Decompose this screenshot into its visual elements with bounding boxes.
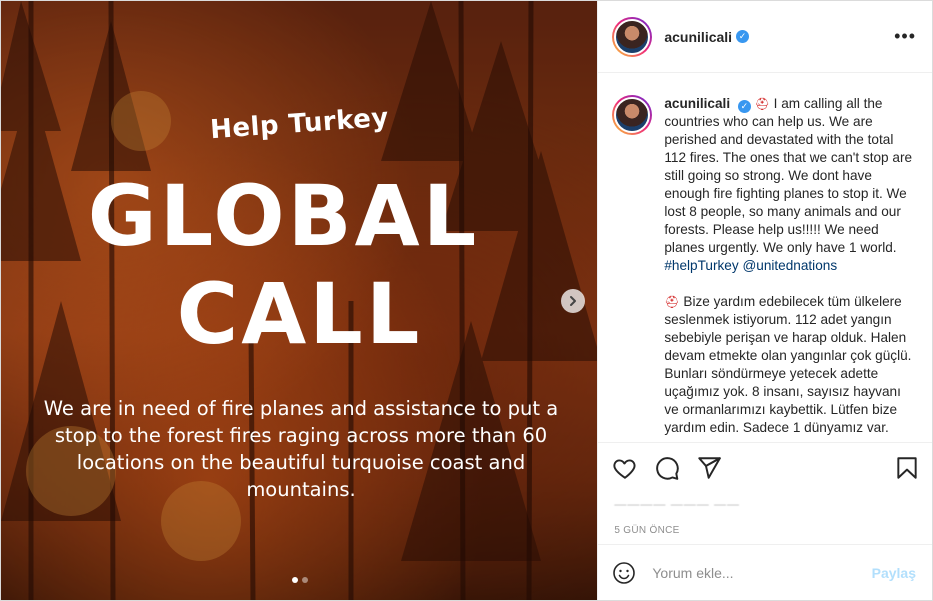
comment-icon[interactable] [654, 455, 680, 481]
heart-icon[interactable] [612, 455, 638, 481]
verified-badge-icon: ✓ [737, 99, 751, 113]
post-sidebar: acunilicali ✓ ••• acunilicali ✓ ⛑ I am c… [597, 1, 932, 600]
caption-english: I am calling all the countries who can h… [664, 96, 913, 255]
mention-link[interactable]: @unitednations [742, 258, 837, 273]
media-subtext: We are in need of fire planes and assist… [43, 397, 559, 501]
post-timestamp: 5 GÜN ÖNCE [614, 524, 680, 536]
caption-username[interactable]: acunilicali [664, 96, 730, 111]
carousel-indicator [1, 577, 597, 583]
action-bar [598, 442, 932, 492]
call-heading: CALL [176, 265, 423, 363]
help-turkey-heading: Help Turkey [209, 102, 390, 146]
post-comment-button[interactable]: Paylaş [872, 565, 916, 581]
post-media[interactable]: Help Turkey GLOBAL CALL We are in need o… [1, 1, 598, 600]
carousel-next-button[interactable] [561, 289, 585, 313]
post-header: acunilicali ✓ ••• [598, 1, 932, 73]
share-icon[interactable] [696, 455, 722, 481]
fire-helmet-emoji: ⛑ [664, 295, 680, 309]
carousel-dot-1 [291, 577, 298, 583]
instagram-post: Help Turkey GLOBAL CALL We are in need o… [0, 0, 933, 601]
media-content: Help Turkey GLOBAL CALL We are in need o… [1, 1, 597, 600]
avatar[interactable] [612, 16, 653, 57]
chevron-right-icon [570, 296, 576, 306]
caption-area: acunilicali ✓ ⛑ I am calling all the cou… [598, 73, 932, 442]
comment-input[interactable] [652, 564, 872, 581]
more-options-icon[interactable]: ••• [894, 26, 916, 47]
emoji-icon[interactable] [612, 561, 636, 585]
caption-avatar[interactable] [612, 95, 653, 135]
bookmark-icon[interactable] [894, 455, 920, 481]
likes-row: ———— ——— —— [598, 492, 932, 516]
add-comment-bar: Paylaş [598, 544, 932, 600]
header-username[interactable]: acunilicali [664, 29, 732, 45]
carousel-dot-2 [301, 577, 308, 583]
fire-helmet-emoji: ⛑ [754, 97, 770, 111]
hashtag-link[interactable]: #helpTurkey [664, 258, 738, 273]
likes-blurred: ———— ——— —— [614, 497, 741, 511]
caption-turkish: Bize yardım edebilecek tüm ülkelere sesl… [664, 294, 912, 435]
verified-badge-icon: ✓ [736, 30, 750, 43]
caption-text: acunilicali ✓ ⛑ I am calling all the cou… [664, 95, 916, 442]
avatar-image [614, 18, 651, 55]
global-heading: GLOBAL [87, 167, 480, 265]
caption-avatar-image [614, 97, 651, 133]
